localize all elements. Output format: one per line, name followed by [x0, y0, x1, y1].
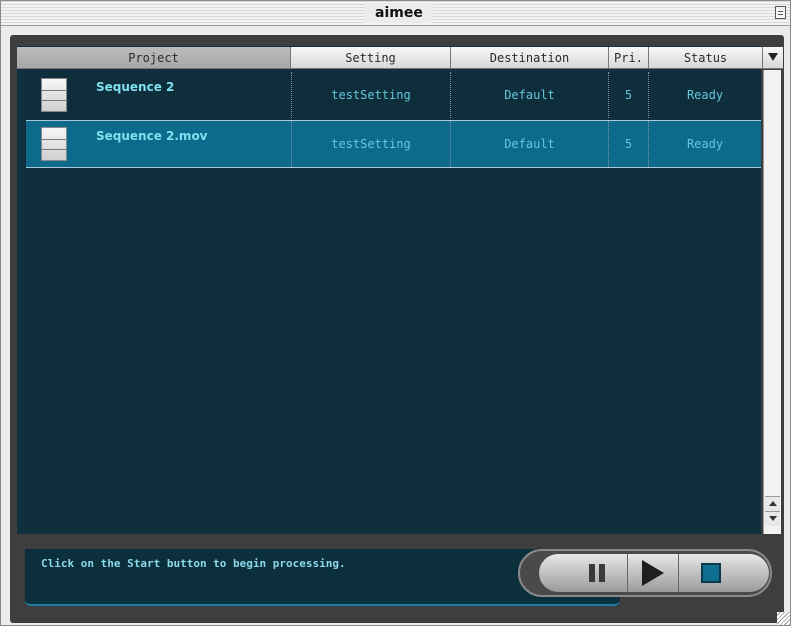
column-header-destination[interactable]: Destination [451, 47, 609, 69]
table-row[interactable]: Sequence 2 testSetting Default 5 Ready [26, 72, 761, 118]
table-header: Project Setting Destination Pri. Status [17, 47, 763, 69]
project-cell: Sequence 2 [26, 72, 291, 118]
pause-button[interactable] [571, 554, 623, 592]
destination-cell: Default [451, 121, 609, 167]
setting-cell: testSetting [291, 121, 451, 167]
resize-grip-icon[interactable] [777, 612, 790, 625]
start-button[interactable] [627, 554, 679, 592]
scroll-down-arrow-icon[interactable] [765, 511, 780, 526]
status-message: Click on the Start button to begin proce… [41, 557, 346, 570]
column-menu-icon[interactable] [763, 47, 783, 69]
column-header-priority[interactable]: Pri. [609, 47, 649, 69]
column-header-status[interactable]: Status [649, 47, 763, 69]
column-header-setting[interactable]: Setting [291, 47, 451, 69]
play-icon [642, 560, 664, 586]
table-row-selected[interactable]: Sequence 2.mov testSetting Default 5 Rea… [26, 120, 761, 168]
project-name: Sequence 2.mov [96, 129, 208, 143]
setting-cell: testSetting [291, 72, 451, 118]
document-icon [41, 78, 67, 112]
priority-cell: 5 [609, 121, 649, 167]
pause-icon [589, 564, 605, 582]
stop-button[interactable] [685, 554, 737, 592]
collapse-box-icon[interactable] [775, 6, 786, 19]
stop-icon [701, 563, 721, 583]
column-header-project[interactable]: Project [17, 47, 291, 69]
document-icon [41, 127, 67, 161]
status-cell: Ready [686, 88, 724, 102]
priority-cell: 5 [609, 72, 649, 118]
vertical-scrollbar[interactable] [763, 70, 781, 534]
title-bar[interactable]: aimee [1, 1, 790, 26]
project-name: Sequence 2 [96, 80, 175, 94]
window-title: aimee [365, 3, 433, 23]
status-cell: Ready [686, 137, 724, 151]
scroll-up-arrow-icon[interactable] [765, 496, 780, 511]
project-cell: Sequence 2.mov [26, 121, 291, 167]
destination-cell: Default [451, 72, 609, 118]
app-window: aimee Project Setting Destination Pri. S… [0, 0, 791, 626]
